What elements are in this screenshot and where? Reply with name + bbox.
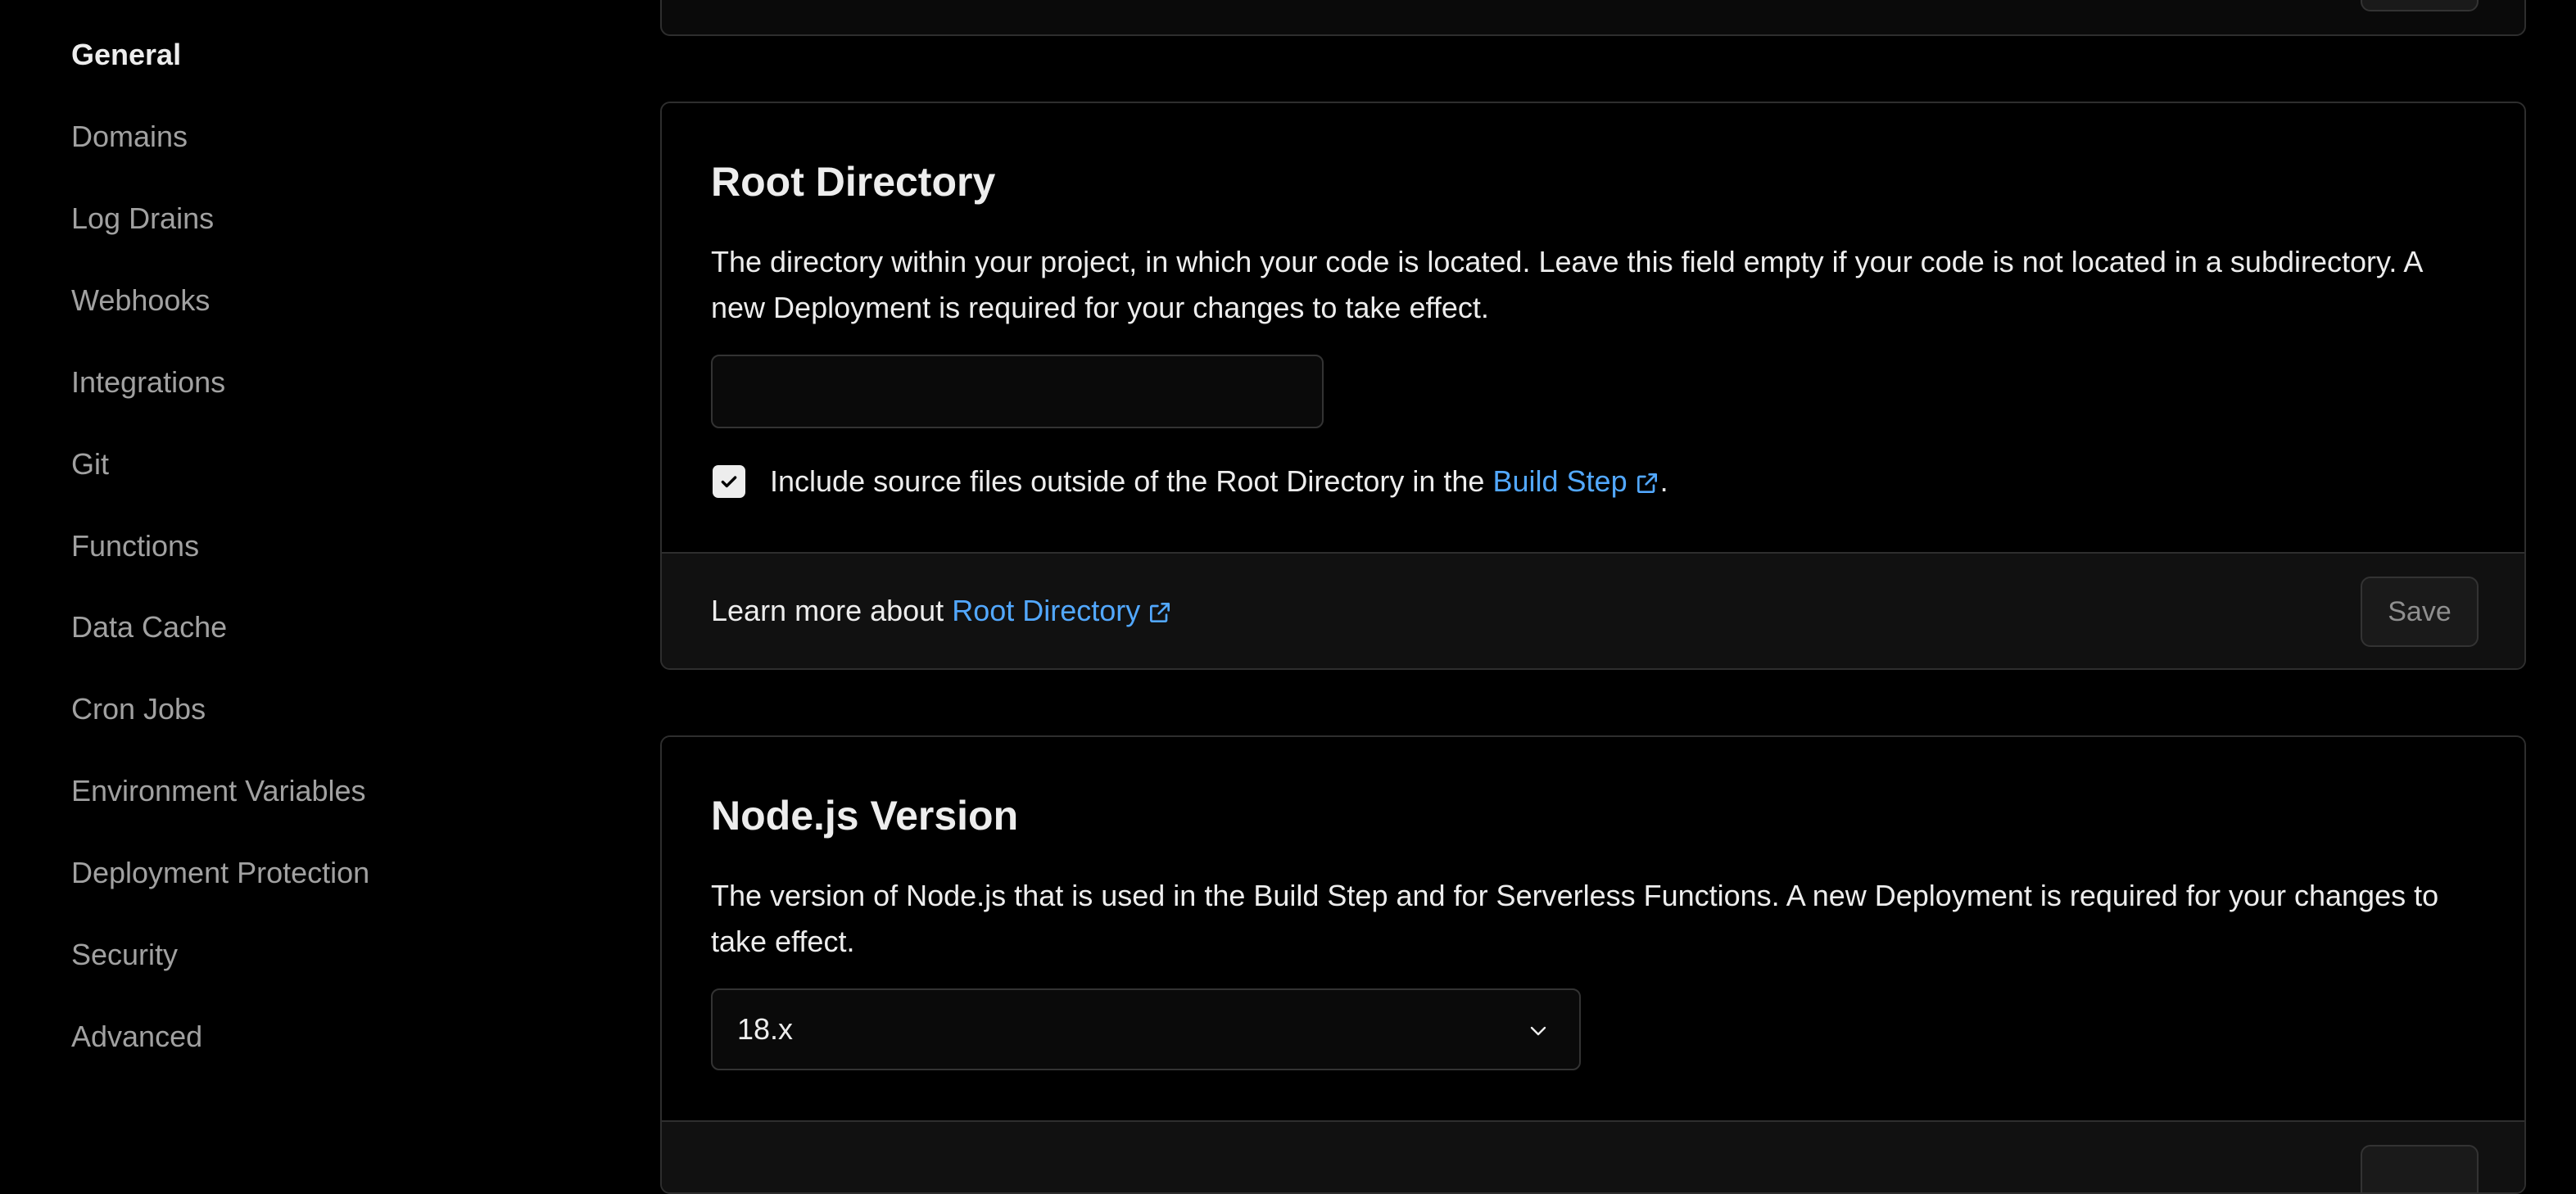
root-directory-card-body: Root Directory The directory within your… <box>662 103 2524 554</box>
node-version-description: The version of Node.js that is used in t… <box>711 879 2439 958</box>
checkbox-text: Include source files outside of the Root… <box>770 464 1485 498</box>
node-version-card-footer <box>662 1120 2524 1192</box>
sidebar-item-integrations[interactable]: Integrations <box>71 364 225 400</box>
root-directory-title: Root Directory <box>711 159 996 205</box>
sidebar-item-cron-jobs[interactable]: Cron Jobs <box>71 691 206 727</box>
sidebar-item-webhooks[interactable]: Webhooks <box>71 283 210 319</box>
include-source-files-label: Include source files outside of the Root… <box>770 462 1668 501</box>
sidebar-item-domains[interactable]: Domains <box>71 119 188 155</box>
root-directory-card: Root Directory The directory within your… <box>660 102 2526 670</box>
learn-more-prefix: Learn more about <box>711 594 944 627</box>
sidebar-item-deployment-protection[interactable]: Deployment Protection <box>71 855 369 891</box>
checkbox-suffix: . <box>1659 464 1668 498</box>
root-directory-input[interactable] <box>711 355 1324 428</box>
save-button[interactable]: Save <box>2361 577 2479 647</box>
chevron-down-icon <box>1530 1026 1546 1036</box>
build-step-link[interactable]: Build Step <box>1492 464 1659 498</box>
check-icon <box>721 476 737 488</box>
root-directory-card-footer: Learn more about Root Directory Save <box>662 552 2524 668</box>
external-link-icon <box>1150 603 1170 623</box>
learn-more-text: Learn more about Root Directory <box>711 591 1173 631</box>
sidebar-item-general[interactable]: General <box>71 37 181 73</box>
sidebar-item-advanced[interactable]: Advanced <box>71 1019 202 1055</box>
sidebar-item-git[interactable]: Git <box>71 446 109 482</box>
sidebar-item-security[interactable]: Security <box>71 937 178 973</box>
sidebar-item-functions[interactable]: Functions <box>71 528 199 564</box>
root-directory-docs-link-text: Root Directory <box>952 594 1141 627</box>
previous-save-button[interactable] <box>2361 0 2479 11</box>
node-version-select[interactable]: 18.x <box>711 988 1581 1070</box>
node-version-save-button[interactable] <box>2361 1145 2479 1192</box>
node-version-card-body: Node.js Version The version of Node.js t… <box>662 737 2524 1122</box>
node-version-selected-value: 18.x <box>737 1012 794 1046</box>
root-directory-description: The directory within your project, in wh… <box>711 245 2422 324</box>
node-version-title: Node.js Version <box>711 793 1019 839</box>
settings-sidebar: General Domains Log Drains Webhooks Inte… <box>0 0 655 1155</box>
sidebar-item-data-cache[interactable]: Data Cache <box>71 609 227 645</box>
previous-settings-card <box>660 0 2526 36</box>
build-step-link-text: Build Step <box>1492 464 1628 498</box>
external-link-icon <box>1637 473 1657 494</box>
node-version-card: Node.js Version The version of Node.js t… <box>660 735 2526 1194</box>
sidebar-item-log-drains[interactable]: Log Drains <box>71 201 214 237</box>
include-source-files-checkbox[interactable] <box>713 465 745 498</box>
root-directory-docs-link[interactable]: Root Directory <box>952 594 1173 627</box>
sidebar-item-environment-variables[interactable]: Environment Variables <box>71 773 366 809</box>
